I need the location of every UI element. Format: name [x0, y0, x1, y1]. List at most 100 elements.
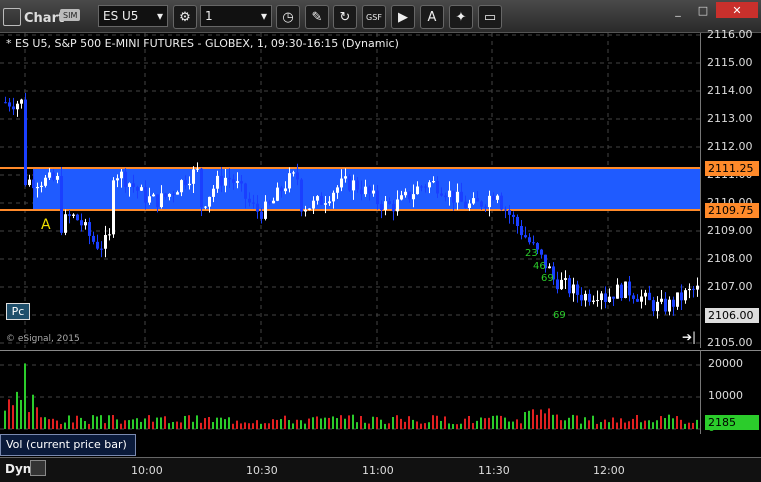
candle-body	[96, 241, 99, 249]
candle-body	[612, 296, 615, 299]
volume-bar	[32, 394, 34, 429]
volume-bar	[356, 422, 358, 429]
candle-body	[464, 201, 467, 208]
gear-icon[interactable]: ⚙	[173, 5, 197, 29]
volume-bar	[132, 419, 134, 429]
candle-body	[448, 190, 451, 198]
play-icon[interactable]: ▶	[391, 5, 415, 29]
volume-bar	[452, 424, 454, 429]
minimize-button[interactable]: _	[666, 2, 690, 18]
interval-input[interactable]: 1 ▾	[200, 5, 272, 27]
volume-bar	[4, 410, 6, 429]
candle-body	[148, 196, 151, 203]
marker-label: A	[41, 217, 51, 233]
comment-icon[interactable]: ▭	[478, 5, 502, 29]
candle-body	[332, 192, 335, 202]
volume-bar	[440, 420, 442, 429]
tag-icon[interactable]: ✦	[449, 5, 473, 29]
volume-bar	[548, 408, 550, 429]
candle-body	[372, 190, 375, 194]
close-button[interactable]: ✕	[716, 2, 758, 18]
candle-body	[244, 183, 247, 199]
volume-bar	[624, 422, 626, 429]
symbol-input[interactable]: ES U5 ▾	[98, 5, 168, 27]
volume-scale: 20000 10000 0 2185	[700, 350, 761, 434]
candle-body	[208, 196, 211, 207]
candle-body	[668, 299, 671, 312]
volume-bar	[324, 417, 326, 429]
volume-bar	[568, 417, 570, 429]
candle-body	[8, 102, 11, 107]
volume-bar	[136, 418, 138, 429]
volume-bar	[340, 415, 342, 429]
volume-bar	[272, 419, 274, 429]
candle-body	[296, 172, 299, 180]
candle-body	[24, 99, 27, 186]
candle-body	[180, 180, 183, 193]
volume-bar	[560, 420, 562, 429]
volume-study-label[interactable]: Vol (current price bar)	[0, 434, 136, 456]
candle-body	[128, 183, 131, 187]
maximize-button[interactable]: □	[691, 2, 715, 18]
volume-bar	[104, 423, 106, 429]
candle-body	[412, 194, 415, 200]
volume-bar	[396, 415, 398, 429]
candle-body	[628, 281, 631, 296]
volume-bar	[480, 417, 482, 429]
volume-bar	[96, 416, 98, 429]
volume-bar	[88, 423, 90, 429]
candle-body	[184, 180, 187, 186]
volume-chart[interactable]	[0, 350, 700, 434]
volume-bar	[344, 418, 346, 429]
candle-body	[396, 199, 399, 212]
lock-icon[interactable]	[30, 460, 46, 476]
gsf-icon[interactable]: GSF	[362, 5, 386, 29]
candle-body	[452, 190, 455, 203]
candle-body	[540, 249, 543, 255]
volume-bar	[16, 391, 18, 429]
pencil-icon[interactable]: ✎	[305, 5, 329, 29]
candle-body	[472, 198, 475, 204]
candle-body	[20, 99, 23, 104]
candle-body	[488, 195, 491, 208]
annotation-label: 69	[541, 273, 554, 284]
price-marker-badge: 2111.25	[705, 161, 759, 176]
price-scale: 2116.00 2115.00 2114.00 2113.00 2112.00 2111.…	[700, 28, 761, 349]
alert-icon[interactable]: A	[420, 5, 444, 29]
candle-body	[696, 285, 699, 290]
volume-bar	[408, 416, 410, 429]
candle-body	[416, 186, 419, 195]
copyright-label: © eSignal, 2015	[6, 334, 80, 344]
volume-bar	[696, 419, 698, 429]
candle-body	[368, 186, 371, 194]
volume-bar	[176, 421, 178, 429]
candle-body	[624, 281, 627, 299]
dynamic-mode-label[interactable]: Dyn	[5, 462, 31, 476]
price-chart[interactable]: 23466969	[0, 33, 700, 348]
volume-bar	[8, 399, 10, 429]
volume-bar	[140, 421, 142, 429]
volume-bar	[172, 421, 174, 429]
candle-body	[496, 195, 499, 200]
candle-body	[532, 242, 535, 244]
refresh-icon[interactable]: ↻	[333, 5, 357, 29]
candle-body	[236, 181, 239, 183]
candle-body	[424, 186, 427, 188]
chevron-down-icon[interactable]: ▾	[157, 9, 163, 23]
candle-body	[656, 301, 659, 312]
time-label: 10:00	[131, 464, 163, 477]
candle-body	[56, 176, 59, 180]
candle-body	[32, 179, 35, 189]
candle-body	[580, 294, 583, 301]
candle-body	[392, 203, 395, 212]
candle-body	[192, 169, 195, 184]
scroll-to-end-icon[interactable]: ➔|	[682, 330, 696, 344]
volume-bar	[436, 415, 438, 429]
candle-body	[384, 201, 387, 211]
pc-button[interactable]: Pc	[6, 303, 30, 320]
chevron-down-icon[interactable]: ▾	[261, 9, 267, 23]
volume-bar	[692, 422, 694, 429]
volume-bar	[468, 416, 470, 429]
clock-icon[interactable]: ◷	[276, 5, 300, 29]
candle-body	[352, 180, 355, 191]
